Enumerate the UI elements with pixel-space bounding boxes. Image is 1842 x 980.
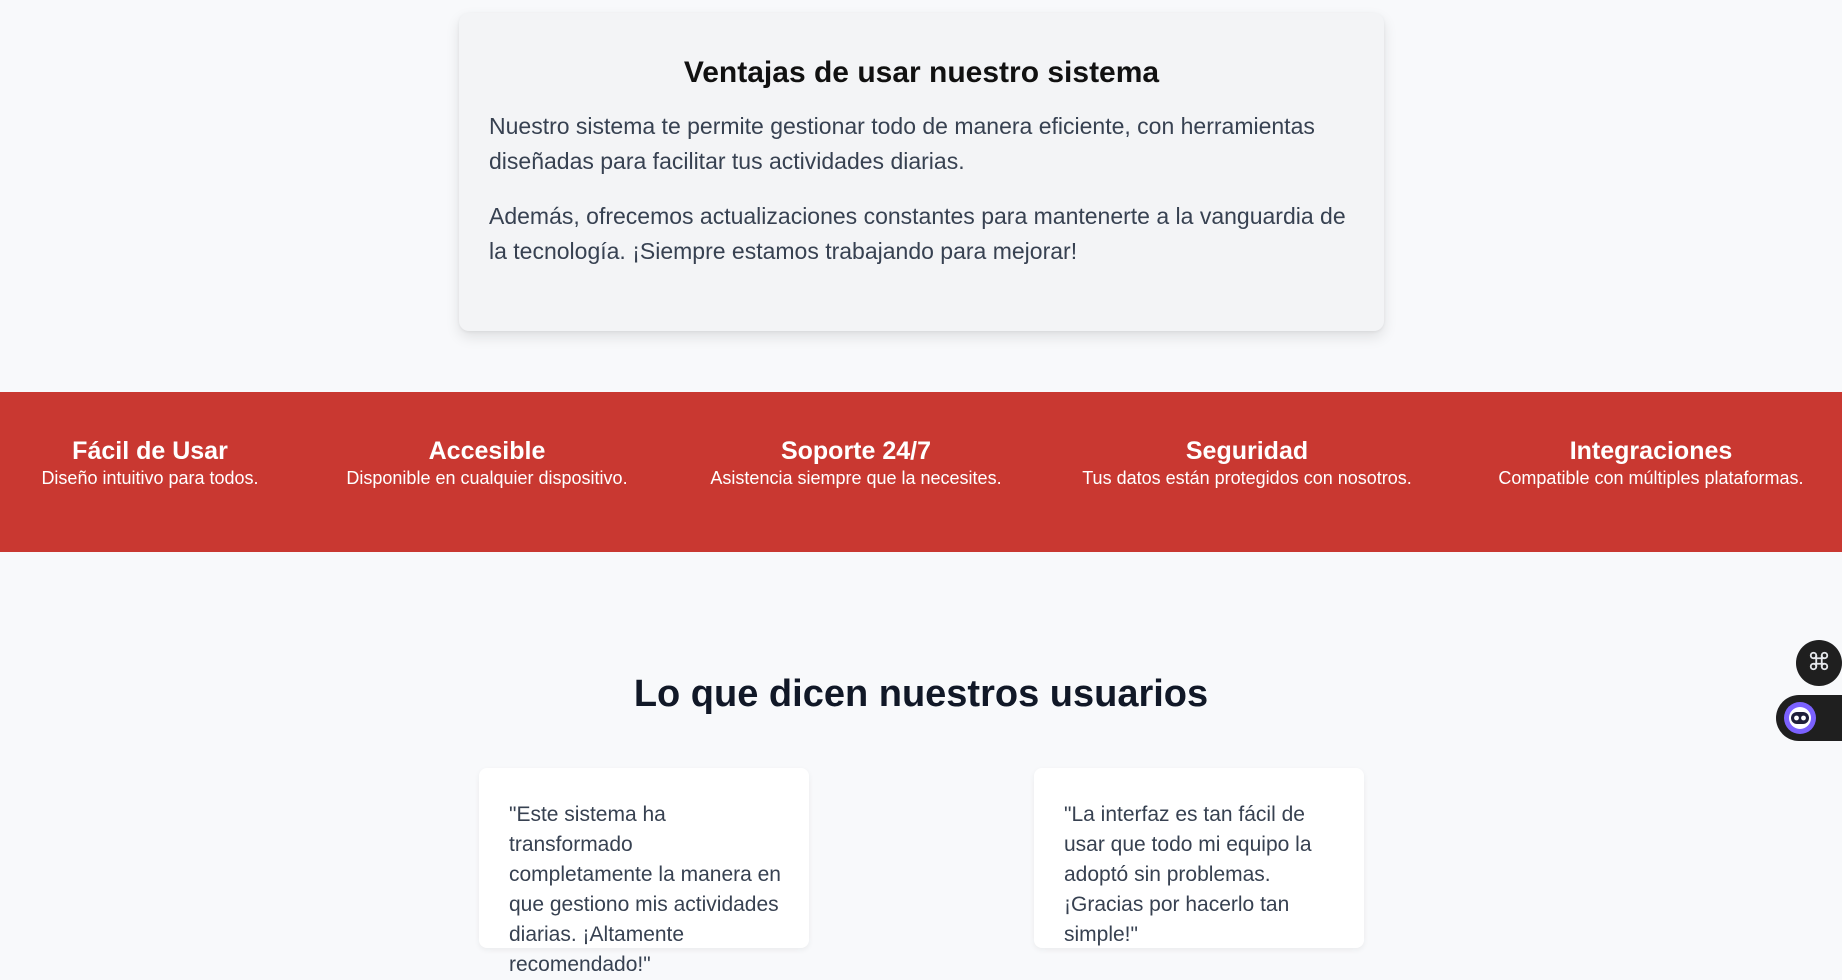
- feature-accessible: Accesible Disponible en cualquier dispos…: [337, 436, 637, 491]
- testimonial-quote: "La interfaz es tan fácil de usar que to…: [1064, 803, 1312, 946]
- feature-easy-to-use: Fácil de Usar Diseño intuitivo para todo…: [0, 436, 300, 491]
- assistant-button[interactable]: [1776, 695, 1842, 741]
- testimonial-quote: "Este sistema ha transformado completame…: [509, 803, 781, 976]
- testimonials-title: Lo que dicen nuestros usuarios: [633, 673, 1209, 715]
- feature-security: Seguridad Tus datos están protegidos con…: [1077, 436, 1417, 491]
- feature-description: Tus datos están protegidos con nosotros.: [1082, 468, 1412, 489]
- feature-description: Asistencia siempre que la necesites.: [710, 468, 1002, 489]
- advantages-card: Ventajas de usar nuestro sistema Nuestro…: [459, 13, 1384, 331]
- feature-description: Diseño intuitivo para todos.: [41, 468, 259, 489]
- feature-description: Compatible con múltiples plataformas.: [1498, 468, 1804, 489]
- feature-title: Integraciones: [1569, 437, 1733, 465]
- advantages-paragraph-2: Además, ofrecemos actualizaciones consta…: [489, 203, 1346, 264]
- feature-title: Fácil de Usar: [72, 437, 228, 465]
- feature-support: Soporte 24/7 Asistencia siempre que la n…: [696, 436, 1016, 491]
- feature-title: Soporte 24/7: [780, 437, 932, 465]
- feature-title: Accesible: [428, 437, 546, 465]
- testimonial-card: "La interfaz es tan fácil de usar que to…: [1034, 768, 1364, 948]
- advantages-title: Ventajas de usar nuestro sistema: [683, 56, 1160, 89]
- feature-integrations: Integraciones Compatible con múltiples p…: [1486, 436, 1816, 491]
- assistant-bot-icon: [1784, 702, 1816, 734]
- testimonial-card: "Este sistema ha transformado completame…: [479, 768, 809, 976]
- feature-description: Disponible en cualquier dispositivo.: [346, 468, 628, 489]
- command-icon: [1808, 650, 1830, 677]
- command-menu-button[interactable]: [1796, 640, 1842, 686]
- feature-title: Seguridad: [1185, 437, 1309, 465]
- features-band: Fácil de Usar Diseño intuitivo para todo…: [0, 392, 1842, 552]
- advantages-paragraph-1: Nuestro sistema te permite gestionar tod…: [489, 113, 1315, 174]
